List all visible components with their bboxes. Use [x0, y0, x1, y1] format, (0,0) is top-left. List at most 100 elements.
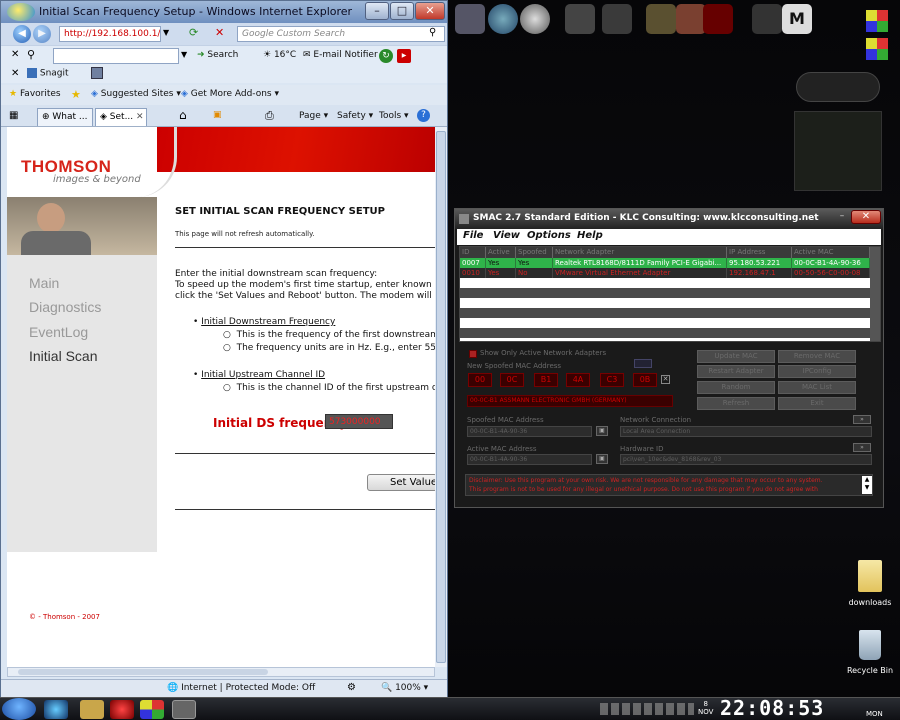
mac-segment[interactable]: C3	[600, 373, 624, 387]
close-button[interactable]: ✕	[415, 2, 445, 20]
help-icon[interactable]: ?	[417, 109, 430, 122]
refresh-button[interactable]: Refresh	[697, 397, 775, 410]
back-button[interactable]: ◀	[13, 25, 31, 43]
stop-icon[interactable]: ✕	[215, 26, 224, 39]
refresh-icon[interactable]: ⟳	[189, 26, 198, 39]
column-header[interactable]: Active MAC	[792, 247, 870, 258]
mac-segment[interactable]: B1	[534, 373, 558, 387]
tools-gadget-icon[interactable]	[565, 4, 595, 34]
ipconfig-button[interactable]: IPConfig	[778, 365, 856, 378]
set-values-button[interactable]: Set Values	[367, 474, 435, 491]
nav-main[interactable]: Main	[29, 275, 59, 291]
search-icon[interactable]: ⚲	[429, 27, 436, 38]
page-vertical-scrollbar[interactable]	[435, 127, 447, 667]
restart-adapter-button[interactable]: Restart Adapter	[697, 365, 775, 378]
get-addons-link[interactable]: ◈ Get More Add-ons ▾	[181, 89, 279, 99]
tab-set[interactable]: ◈ Set... ✕	[95, 108, 147, 126]
hardware-expand-icon[interactable]: »	[853, 443, 871, 452]
feeds-icon[interactable]: ▣	[213, 110, 222, 120]
exit-button[interactable]: Exit	[778, 397, 856, 410]
tab-what[interactable]: ⊕ What ...	[37, 108, 93, 126]
recycle-bin-desktop-icon[interactable]: Recycle Bin	[840, 630, 900, 675]
explorer-taskbar-icon[interactable]	[80, 700, 104, 719]
show-active-checkbox[interactable]	[469, 350, 477, 358]
copy-active-icon[interactable]: ▣	[596, 454, 608, 464]
start-button[interactable]	[2, 698, 36, 720]
scroll-thumb[interactable]	[18, 669, 268, 675]
column-header[interactable]: Active	[486, 247, 516, 258]
menu-file[interactable]: File	[463, 230, 483, 241]
page-menu[interactable]: Page ▾	[299, 111, 328, 121]
disclaimer-scrollbar[interactable]: ▲ ▼	[862, 476, 872, 494]
zoom-icon[interactable]: ⚙	[347, 682, 356, 693]
update-mac-button[interactable]: Update MAC	[697, 350, 775, 363]
smac-close-button[interactable]: ✕	[851, 210, 881, 224]
nav-diagnostics[interactable]: Diagnostics	[29, 299, 101, 315]
mac-segment[interactable]: 4A	[566, 373, 590, 387]
toolbar-dropdown-icon[interactable]: ▼	[181, 50, 187, 59]
search-input[interactable]: Google Custom Search	[237, 26, 445, 42]
safety-menu[interactable]: Safety ▾	[337, 111, 373, 121]
color-grid-icon[interactable]	[866, 10, 888, 32]
maximize-button[interactable]: □	[390, 2, 414, 20]
page-horizontal-scrollbar[interactable]	[7, 667, 435, 677]
remove-mac-button[interactable]: Remove MAC	[778, 350, 856, 363]
magnifier-icon[interactable]: ⚲	[27, 48, 35, 61]
suggested-sites-link[interactable]: ◈ Suggested Sites ▾	[91, 89, 181, 99]
print-icon[interactable]: ⎙	[265, 109, 274, 123]
nav-eventlog[interactable]: EventLog	[29, 324, 88, 340]
table-scrollbar[interactable]	[870, 247, 880, 341]
snagit-capture-icon[interactable]	[91, 67, 103, 79]
mac-list-button[interactable]: MAC List	[778, 381, 856, 394]
column-header[interactable]: Network Adapter	[553, 247, 727, 258]
network-expand-icon[interactable]: »	[853, 415, 871, 424]
home-icon[interactable]: ⌂	[179, 108, 187, 122]
random-button[interactable]: Random	[697, 381, 775, 394]
clean-gadget[interactable]	[796, 72, 880, 102]
quick-tabs-icon[interactable]: ▦	[9, 110, 18, 121]
toolbar-search-input[interactable]	[53, 48, 179, 64]
translate-icon[interactable]: ↻	[379, 49, 393, 63]
desktop-gadget[interactable]	[794, 111, 882, 191]
ie-title-bar[interactable]: Initial Scan Frequency Setup - Windows I…	[1, 1, 447, 23]
opera-taskbar-icon[interactable]	[110, 700, 134, 719]
column-header[interactable]: IP Address	[727, 247, 792, 258]
nav-initial-scan[interactable]: Initial Scan	[29, 348, 97, 364]
tools-menu[interactable]: Tools ▾	[379, 111, 409, 121]
vendor-dropdown[interactable]: 00-0C-B1 ASSMANN ELECTRONIC GMBH (GERMAN…	[467, 395, 673, 407]
ie-taskbar-icon[interactable]	[44, 700, 68, 719]
snagit-button[interactable]: Snagit	[27, 68, 69, 79]
wrench-gadget-icon[interactable]	[646, 4, 676, 34]
photo-gadget-icon[interactable]	[455, 4, 485, 34]
copy-spoofed-icon[interactable]: ▣	[596, 426, 608, 436]
download-gadget-icon[interactable]	[520, 4, 550, 34]
network-gadget-icon[interactable]	[602, 4, 632, 34]
close-snagit-icon[interactable]: ✕	[11, 68, 19, 79]
clock[interactable]: 22:08:53	[720, 697, 824, 720]
smac-title-bar[interactable]: SMAC 2.7 Standard Edition - KLC Consulti…	[455, 209, 883, 229]
add-favorite-icon[interactable]: ★	[71, 88, 81, 101]
globe-gadget-icon[interactable]	[488, 4, 518, 34]
downloads-desktop-icon[interactable]: downloads	[840, 560, 900, 607]
email-notifier-button[interactable]: ✉ E-mail Notifier ▾	[303, 50, 385, 60]
calculator-gadget-icon[interactable]	[752, 4, 782, 34]
table-row[interactable]: 0010 Yes No VMware Virtual Ethernet Adap…	[460, 268, 872, 278]
menu-view[interactable]: View	[493, 230, 520, 241]
close-toolbar-icon[interactable]: ✕	[11, 49, 19, 60]
toolbar-search-button[interactable]: ➜ Search	[197, 50, 238, 60]
mac-segment[interactable]: 0C	[500, 373, 524, 387]
smac-minimize-button[interactable]: –	[835, 211, 849, 223]
zoom-level[interactable]: 🔍 100% ▾	[381, 683, 428, 693]
scroll-thumb[interactable]	[436, 131, 446, 663]
ds-frequency-input[interactable]: 573000000	[325, 414, 393, 429]
color-grid-icon[interactable]	[866, 38, 888, 60]
pencil-gadget-icon[interactable]	[676, 4, 706, 34]
mac-segment[interactable]: 00	[468, 373, 492, 387]
windows-taskbar-icon[interactable]	[140, 700, 164, 719]
menu-help[interactable]: Help	[577, 230, 603, 241]
address-dropdown-icon[interactable]: ▼	[163, 28, 169, 37]
table-row[interactable]: 0007 Yes Yes Realtek RTL8168D/8111D Fami…	[460, 258, 872, 268]
minimize-button[interactable]: –	[365, 2, 389, 20]
shield-gadget-icon[interactable]	[703, 4, 733, 34]
m-app-icon[interactable]: M	[782, 4, 812, 34]
